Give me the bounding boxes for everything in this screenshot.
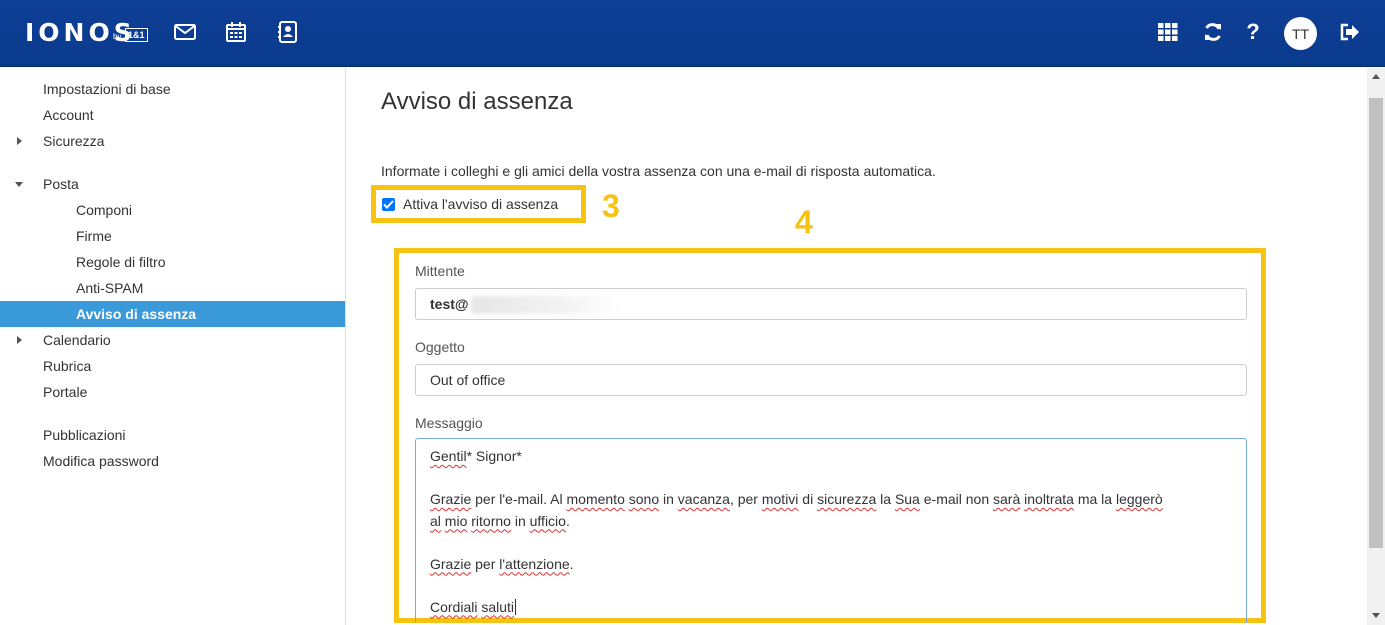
sidebar-item-filter-rules[interactable]: Regole di filtro	[0, 249, 345, 275]
scrollbar-thumb[interactable]	[1369, 98, 1383, 548]
logout-icon[interactable]	[1338, 20, 1362, 44]
user-avatar[interactable]: TT	[1284, 17, 1317, 50]
message-line: Cordiali saluti	[430, 598, 517, 615]
step-3-number: 3	[602, 188, 620, 224]
sidebar-item-portal[interactable]: Portale	[0, 379, 345, 405]
scroll-up-icon[interactable]	[1372, 74, 1380, 79]
sidebar-item-security[interactable]: Sicurezza	[0, 128, 345, 154]
redacted-email	[470, 296, 621, 315]
message-textarea[interactable]: Gentil* Signor* Grazie per l'e-mail. Al …	[415, 438, 1247, 623]
logo-by-text: by	[113, 32, 122, 41]
activate-out-of-office-label[interactable]: Attiva l'avviso di assenza	[403, 196, 558, 212]
intro-text: Informate i colleghi e gli amici della v…	[381, 163, 936, 179]
subject-label: Oggetto	[415, 339, 465, 355]
page-title: Avviso di assenza	[381, 88, 573, 115]
sidebar-item-anti-spam[interactable]: Anti-SPAM	[0, 275, 345, 301]
sender-label: Mittente	[415, 263, 465, 279]
sidebar-item-signatures[interactable]: Firme	[0, 223, 345, 249]
collapse-arrow-icon[interactable]	[15, 182, 23, 187]
activate-out-of-office-checkbox[interactable]	[382, 198, 395, 211]
sidebar-item-out-of-office[interactable]: Avviso di assenza	[0, 301, 345, 327]
calendar-icon[interactable]	[224, 20, 248, 44]
sidebar-item-basic-settings[interactable]: Impostazioni di base	[0, 76, 345, 102]
logo-brand: 1&1	[125, 28, 148, 42]
checkmark-icon	[383, 200, 394, 209]
message-line: Grazie per l'e-mail. Al momento sono in …	[430, 491, 1163, 529]
sender-field[interactable]: test@	[415, 288, 1247, 320]
subject-field[interactable]: Out of office	[415, 364, 1247, 396]
step-4-number: 4	[795, 204, 813, 240]
main-content: Avviso di assenza Informate i colleghi e…	[347, 68, 1367, 625]
message-line: Grazie per l'attenzione.	[430, 555, 574, 572]
sidebar-item-publications[interactable]: Pubblicazioni	[0, 422, 345, 448]
sidebar-item-account[interactable]: Account	[0, 102, 345, 128]
help-icon[interactable]: ?	[1241, 19, 1265, 44]
sidebar-item-compose[interactable]: Componi	[0, 197, 345, 223]
contacts-icon[interactable]	[276, 20, 300, 44]
message-label: Messaggio	[415, 415, 483, 431]
settings-sidebar: Impostazioni di base Account Sicurezza P…	[0, 68, 346, 625]
expand-arrow-icon[interactable]	[17, 137, 22, 145]
sidebar-item-address-book[interactable]: Rubrica	[0, 353, 345, 379]
scroll-down-icon[interactable]	[1372, 613, 1380, 618]
mail-icon[interactable]	[173, 20, 197, 44]
top-bar: IONOS by 1&1 ? TT	[0, 0, 1385, 67]
message-line: Gentil* Signor*	[430, 448, 522, 464]
sidebar-item-change-password[interactable]: Modifica password	[0, 448, 345, 474]
apps-grid-icon[interactable]	[1156, 20, 1180, 44]
page-scrollbar[interactable]	[1367, 68, 1385, 625]
sidebar-item-mail[interactable]: Posta	[0, 171, 345, 197]
sidebar-item-calendar[interactable]: Calendario	[0, 327, 345, 353]
refresh-icon[interactable]	[1201, 20, 1225, 44]
expand-arrow-icon[interactable]	[17, 336, 22, 344]
